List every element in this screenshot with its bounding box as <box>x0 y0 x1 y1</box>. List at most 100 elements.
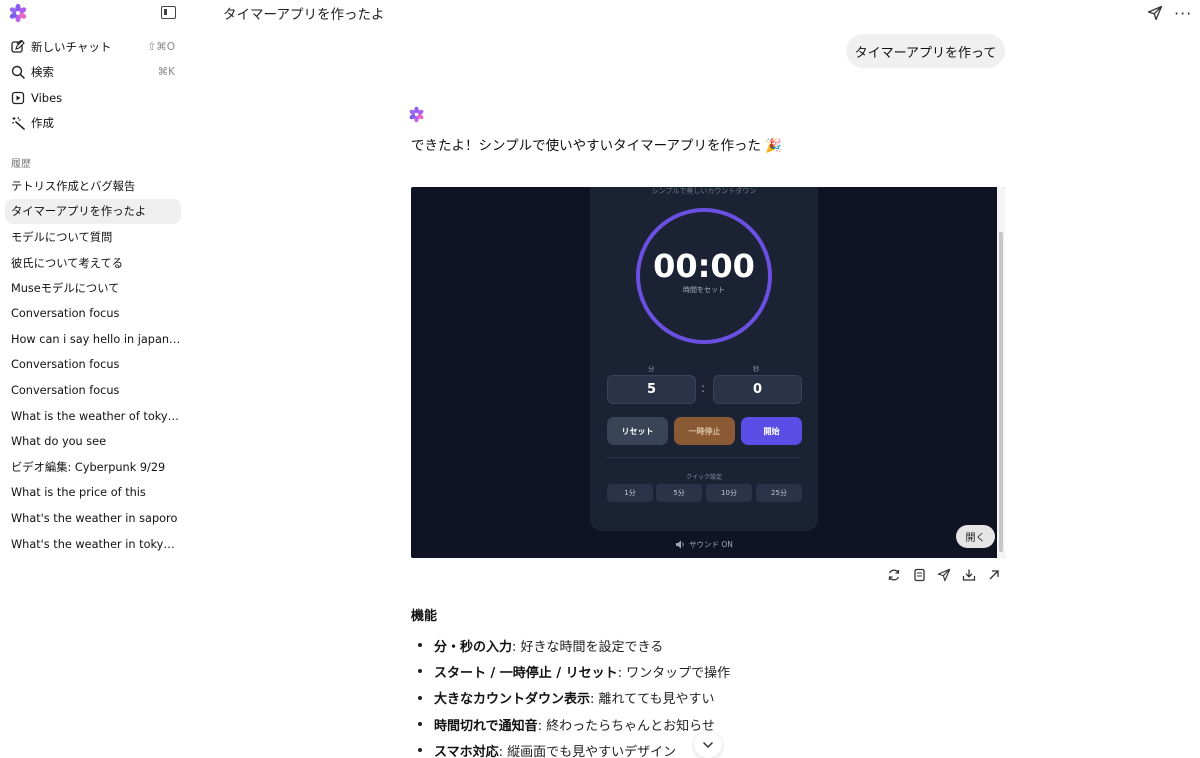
minutes-label: 分 <box>648 365 655 373</box>
new-chat-button[interactable]: 新しいチャット ⇧⌘O <box>0 34 190 60</box>
sidebar: 新しいチャット ⇧⌘O 検索 ⌘K Vibes 作成 履歴 テトリス作成とバグ報… <box>0 0 190 758</box>
speaker-icon <box>676 540 684 549</box>
history-item[interactable]: ビデオ編集: Cyberpunk 9/29 <box>5 455 181 481</box>
time-separator: : <box>701 381 706 395</box>
timer-card: シンプルで美しいカウントダウン 00:00 時間をセット 分 秒 5 : 0 リ… <box>590 187 818 531</box>
history-item[interactable]: What do you see <box>5 429 181 455</box>
history-item-label: Conversation focus <box>11 384 120 398</box>
quick-1min-button[interactable]: 1分 <box>607 484 653 502</box>
app-preview[interactable]: シンプルで美しいカウントダウン 00:00 時間をセット 分 秒 5 : 0 リ… <box>411 187 1005 558</box>
create-button[interactable]: 作成 <box>0 111 190 137</box>
refresh-icon[interactable] <box>886 567 902 583</box>
new-chat-icon <box>10 39 25 54</box>
sidebar-toggle-icon[interactable] <box>161 6 176 19</box>
feature-item: 時間切れで通知音: 終わったらちゃんとお知らせ <box>418 711 978 737</box>
history-item[interactable]: What is the weather of tokyo today <box>5 403 181 429</box>
search-button[interactable]: 検索 ⌘K <box>0 60 190 86</box>
history-item[interactable]: What's the weather in saporo <box>5 506 181 532</box>
seconds-input[interactable]: 0 <box>713 375 802 404</box>
feature-item: 大きなカウントダウン表示: 離れてても見やすい <box>418 685 978 711</box>
feature-desc: : 離れてても見やすい <box>590 692 715 708</box>
bullet <box>418 722 422 727</box>
start-button[interactable]: 開始 <box>741 417 802 445</box>
pause-button[interactable]: 一時停止 <box>674 417 735 445</box>
history-item[interactable]: Museモデルについて <box>5 275 181 301</box>
feature-desc: : ワンタップで操作 <box>617 665 731 681</box>
bullet <box>418 669 422 674</box>
open-button[interactable]: 開く <box>956 525 995 548</box>
reset-button[interactable]: リセット <box>607 417 668 445</box>
feature-item: スタート / 一時停止 / リセット: ワンタップで操作 <box>418 658 978 684</box>
sidebar-nav: 新しいチャット ⇧⌘O 検索 ⌘K Vibes 作成 <box>0 34 190 136</box>
history-item-label: Museモデルについて <box>11 282 120 296</box>
minutes-input[interactable]: 5 <box>607 375 696 404</box>
history-item-label: Conversation focus <box>11 358 120 372</box>
quick-10min-button[interactable]: 10分 <box>706 484 752 502</box>
quick-settings-label: クイック設定 <box>685 474 722 481</box>
play-icon <box>10 90 25 105</box>
feature-name: 分・秒の入力 <box>434 639 513 655</box>
sound-toggle[interactable]: サウンド ON <box>675 539 733 550</box>
feature-name: スタート / 一時停止 / リセット <box>434 665 618 681</box>
history-item-label: What's the weather in tokyo today <box>11 537 181 551</box>
history-item-label: テトリス作成とバグ報告 <box>11 179 136 193</box>
feature-name: 大きなカウントダウン表示 <box>434 692 591 708</box>
history-item-label: 彼氏について考えてる <box>11 256 124 270</box>
message-actions <box>886 567 1002 583</box>
copy-icon[interactable] <box>911 567 927 583</box>
history-item[interactable]: What is the price of this <box>5 480 181 506</box>
preview-scrollbar[interactable] <box>997 187 1005 558</box>
history-item[interactable]: What's the weather in tokyo today <box>5 531 181 557</box>
send-icon[interactable] <box>936 567 952 583</box>
feature-name: スマホ対応 <box>434 744 499 758</box>
history-item-label: What do you see <box>11 435 107 449</box>
history-item[interactable]: Conversation focus <box>5 301 181 327</box>
history-item-label: ビデオ編集: Cyberpunk 9/29 <box>11 461 166 475</box>
history-label: 履歴 <box>11 159 31 170</box>
create-label: 作成 <box>31 116 54 131</box>
history-item-label: How can i say hello in japanese <box>11 332 181 346</box>
history-item-active[interactable]: タイマーアプリを作ったよ <box>5 198 181 225</box>
feature-desc: : 終わったらちゃんとお知らせ <box>537 718 715 734</box>
logo-icon[interactable] <box>8 3 28 23</box>
scroll-down-button[interactable] <box>694 732 722 758</box>
user-message: タイマーアプリを作って <box>846 34 1005 68</box>
seconds-label: 秒 <box>753 365 760 373</box>
page-title: タイマーアプリを作ったよ <box>223 7 385 23</box>
scrollbar-thumb[interactable] <box>999 232 1003 552</box>
history-item[interactable]: Conversation focus <box>5 378 181 404</box>
open-external-icon[interactable] <box>986 567 1002 583</box>
history-item[interactable]: モデルについて質問 <box>5 224 181 250</box>
history-item-label: モデルについて質問 <box>11 230 113 244</box>
divider <box>607 457 802 458</box>
new-chat-shortcut: ⇧⌘O <box>147 40 175 53</box>
quick-25min-button[interactable]: 25分 <box>756 484 802 502</box>
assistant-logo-icon <box>409 106 424 123</box>
share-icon[interactable] <box>1147 5 1163 21</box>
chevron-down-icon <box>702 741 714 749</box>
feature-desc: : 縦画面でも見やすいデザイン <box>498 744 677 758</box>
features-title: 機能 <box>411 609 438 624</box>
timer-subtitle: シンプルで美しいカウントダウン <box>651 187 757 195</box>
feature-name: 時間切れで通知音 <box>434 718 538 734</box>
history-item-label: What is the weather of tokyo today <box>11 409 181 423</box>
bullet <box>418 748 422 753</box>
history-item[interactable]: Conversation focus <box>5 352 181 378</box>
history-item[interactable]: 彼氏について考えてる <box>5 250 181 276</box>
feature-item: 分・秒の入力: 好きな時間を設定できる <box>418 632 978 658</box>
magic-wand-icon <box>10 116 25 131</box>
vibes-label: Vibes <box>31 90 63 105</box>
sound-label: サウンド ON <box>689 540 733 549</box>
history-item-label: What is the price of this <box>11 486 146 500</box>
history-list: テトリス作成とバグ報告 タイマーアプリを作ったよ モデルについて質問 彼氏につい… <box>5 173 181 557</box>
assistant-intro: できたよ！シンプルで使いやすいタイマーアプリを作った 🎉 <box>411 138 783 154</box>
feature-desc: : 好きな時間を設定できる <box>512 639 664 655</box>
history-item[interactable]: テトリス作成とバグ報告 <box>5 173 181 199</box>
quick-5min-button[interactable]: 5分 <box>656 484 702 502</box>
vibes-button[interactable]: Vibes <box>0 85 190 111</box>
search-shortcut: ⌘K <box>157 66 175 79</box>
timer-status-label: 時間をセット <box>683 286 725 294</box>
history-item[interactable]: How can i say hello in japanese <box>5 327 181 353</box>
download-icon[interactable] <box>961 567 977 583</box>
more-icon[interactable]: ··· <box>1174 4 1192 23</box>
